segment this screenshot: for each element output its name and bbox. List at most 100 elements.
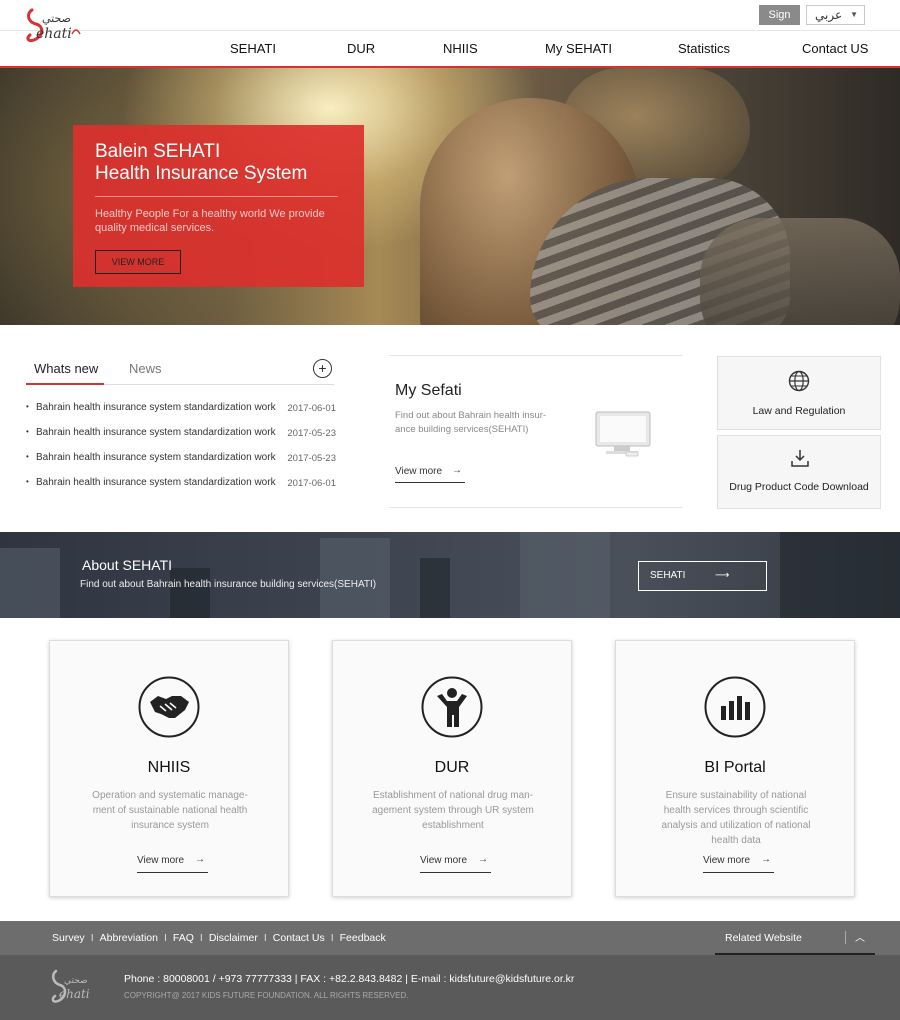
background-building: [780, 532, 900, 618]
tab-whats-new[interactable]: Whats new: [26, 361, 104, 385]
sehati-button[interactable]: SEHATI ⟶: [638, 561, 767, 591]
related-website-label: Related Website: [725, 932, 802, 944]
footer-separator: I: [199, 932, 203, 944]
news-date: 2017-06-01: [287, 403, 336, 414]
hero-title-line1: Balein SEHATI: [95, 141, 221, 162]
news-date: 2017-05-23: [287, 453, 336, 464]
person-icon: [421, 676, 483, 738]
footer-copyright: COPYRIGHT@ 2017 KIDS FUTURE FOUNDATION. …: [124, 991, 409, 1000]
sign-button[interactable]: Sign: [759, 5, 800, 25]
arrow-right-icon: →: [195, 854, 205, 865]
footer-contact: Phone : 80008001 / +973 77777333 | FAX :…: [124, 973, 575, 985]
card-title: NHIIS: [147, 759, 191, 776]
chevron-down-icon: ▼: [850, 10, 858, 19]
drug-code-download-box[interactable]: Drug Product Code Download: [717, 435, 881, 509]
view-more-button[interactable]: VIEW MORE: [95, 250, 181, 274]
nav-dur[interactable]: DUR: [347, 41, 375, 56]
news-title: Bahrain health insurance system standard…: [36, 452, 276, 463]
chevron-up-icon[interactable]: ︿: [855, 929, 865, 944]
hero-card: Balein SEHATI Health Insurance System He…: [73, 125, 364, 287]
card-description: Ensure sustainability of national health…: [661, 790, 811, 846]
related-website-select[interactable]: Related Website ︿: [715, 921, 875, 955]
svg-text:ehati: ehati: [59, 987, 90, 1001]
related-divider: [845, 931, 846, 944]
hero-banner: Balein SEHATI Health Insurance System He…: [0, 68, 900, 325]
nav-statistics[interactable]: Statistics: [678, 41, 730, 56]
svg-text:ehati: ehati: [36, 26, 72, 42]
footer-separator: I: [263, 932, 267, 944]
nav-nhiis[interactable]: NHIIS: [443, 41, 478, 56]
sefati-view-more-link[interactable]: View more →: [395, 465, 465, 483]
monitor-icon: [595, 411, 651, 457]
download-icon: [791, 450, 809, 467]
news-tabs: Whats new News: [26, 355, 334, 385]
site-header: صحتي ehati Sign عربي ▼ SEHATI DUR NHIIS …: [0, 0, 900, 68]
news-list: • Bahrain health insurance system standa…: [26, 400, 336, 500]
news-item[interactable]: • Bahrain health insurance system standa…: [26, 425, 336, 450]
drug-code-label: Drug Product Code Download: [729, 481, 869, 493]
view-more-label: View more: [703, 855, 751, 866]
my-sefati-panel: My Sefati Find out about Bahrain health …: [389, 355, 682, 508]
footer-separator: I: [163, 932, 167, 944]
card-view-more-link[interactable]: View more →: [137, 854, 208, 873]
handshake-icon: [138, 676, 200, 738]
nav-sehati[interactable]: SEHATI: [230, 41, 276, 56]
arrow-right-icon: →: [452, 465, 462, 476]
bullet-icon: •: [26, 427, 29, 436]
language-select[interactable]: عربي ▼: [806, 5, 865, 25]
nav-my-sehati[interactable]: My SEHATI: [545, 41, 612, 56]
hero-title-line2: Health Insurance System: [95, 163, 308, 184]
bullet-icon: •: [26, 452, 29, 461]
hero-divider: [95, 196, 338, 197]
footer-link-survey[interactable]: Survey: [52, 932, 85, 944]
background-building: [520, 532, 610, 618]
background-building: [320, 538, 390, 618]
background-building: [170, 568, 210, 618]
hero-photo-arm: [700, 218, 900, 325]
news-item[interactable]: • Bahrain health insurance system standa…: [26, 450, 336, 475]
footer-link-abbreviation[interactable]: Abbreviation: [100, 932, 158, 944]
news-date: 2017-06-01: [287, 478, 336, 489]
footer-info: صحتي ehati Phone : 80008001 / +973 77777…: [0, 955, 900, 1020]
tab-news[interactable]: News: [129, 361, 162, 376]
arrow-right-icon: ⟶: [715, 570, 730, 581]
svg-text:صحتي: صحتي: [42, 12, 71, 25]
card-title: DUR: [434, 759, 470, 776]
arrow-right-icon: →: [761, 854, 771, 865]
header-divider: [0, 30, 900, 31]
news-title: Bahrain health insurance system standard…: [36, 402, 276, 413]
footer-link-feedback[interactable]: Feedback: [340, 932, 386, 944]
view-more-label: View more: [420, 855, 468, 866]
sefati-description: Find out about Bahrain health insur- anc…: [395, 410, 547, 435]
card-description: Operation and systematic manage- ment of…: [92, 790, 248, 831]
card-nhiis: NHIIS Operation and systematic manage- m…: [49, 640, 289, 897]
footer-separator: I: [330, 932, 334, 944]
globe-icon: [788, 370, 810, 392]
bullet-icon: •: [26, 477, 29, 486]
background-building: [420, 558, 450, 618]
bullet-icon: •: [26, 402, 29, 411]
plus-icon[interactable]: +: [313, 359, 332, 378]
card-dur: DUR Establishment of national drug man- …: [332, 640, 572, 897]
card-view-more-link[interactable]: View more →: [703, 854, 774, 873]
news-item[interactable]: • Bahrain health insurance system standa…: [26, 475, 336, 500]
footer-link-faq[interactable]: FAQ: [173, 932, 194, 944]
sehati-button-label: SEHATI: [650, 570, 686, 581]
news-title: Bahrain health insurance system standard…: [36, 427, 276, 438]
footer-link-disclaimer[interactable]: Disclaimer: [209, 932, 258, 944]
nav-contact-us[interactable]: Contact US: [802, 41, 868, 56]
about-band: About SEHATI Find out about Bahrain heal…: [0, 532, 900, 618]
news-date: 2017-05-23: [287, 428, 336, 439]
law-regulation-box[interactable]: Law and Regulation: [717, 356, 881, 430]
card-view-more-link[interactable]: View more →: [420, 854, 491, 873]
news-item[interactable]: • Bahrain health insurance system standa…: [26, 400, 336, 425]
footer-separator: I: [90, 932, 94, 944]
svg-text:صحتي: صحتي: [64, 976, 88, 986]
card-bi-portal: BI Portal Ensure sustainability of natio…: [615, 640, 855, 897]
footer-link-contact-us[interactable]: Contact Us: [273, 932, 325, 944]
about-title: About SEHATI: [82, 557, 173, 573]
language-selected: عربي: [815, 8, 843, 22]
hero-description: Healthy People For a healthy world We pr…: [95, 208, 325, 234]
view-more-label: View more: [395, 466, 443, 477]
bar-chart-icon: [704, 676, 766, 738]
